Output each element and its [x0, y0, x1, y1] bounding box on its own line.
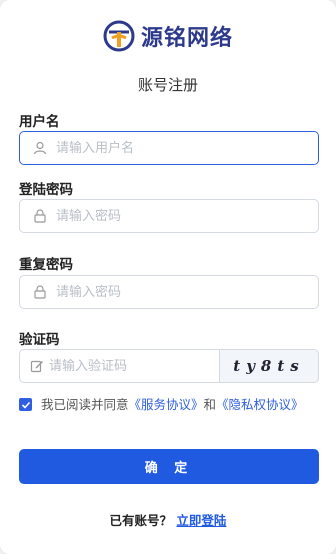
agreement-checkbox[interactable]: [19, 398, 32, 411]
confirm-password-input[interactable]: [56, 277, 256, 307]
agreement-text: 我已阅读并同意《服务协议》和《隐私权协议》: [41, 396, 304, 414]
brand-logo-icon: [103, 20, 135, 52]
privacy-link[interactable]: 《隐私权协议》: [216, 397, 304, 412]
captcha-field[interactable]: [19, 349, 219, 383]
captcha-label: 验证码: [19, 332, 60, 348]
password-field[interactable]: [19, 199, 319, 233]
confirm-password-label: 重复密码: [19, 257, 73, 273]
password-input[interactable]: [56, 201, 256, 231]
brand-logo: 源铭网络: [0, 18, 336, 54]
agreement-prefix: 我已阅读并同意: [41, 397, 129, 412]
captcha-input[interactable]: [49, 351, 219, 381]
confirm-password-field[interactable]: [19, 275, 319, 309]
captcha-image-text: ty8ts: [233, 357, 305, 375]
agreement-and: 和: [203, 397, 217, 412]
edit-icon: [24, 350, 49, 382]
check-icon: [21, 401, 30, 409]
user-icon: [24, 132, 56, 164]
lock-icon: [24, 276, 56, 308]
register-card: 源铭网络 账号注册 用户名 登陆密码 重复密码: [0, 0, 336, 554]
terms-link[interactable]: 《服务协议》: [129, 397, 204, 412]
lock-icon: [24, 200, 56, 232]
username-input[interactable]: [56, 133, 256, 163]
login-prompt-row: 已有账号？ 立即登陆: [0, 510, 336, 529]
brand-name: 源铭网络: [140, 26, 233, 51]
password-label: 登陆密码: [19, 182, 73, 198]
username-label: 用户名: [19, 114, 60, 130]
submit-button[interactable]: 确 定: [19, 449, 319, 484]
login-link[interactable]: 立即登陆: [176, 513, 226, 528]
captcha-image[interactable]: ty8ts: [219, 349, 319, 383]
page-title: 账号注册: [137, 76, 198, 94]
login-prompt-text: 已有账号？: [109, 513, 173, 528]
username-field[interactable]: [19, 131, 319, 165]
agreement-row: 我已阅读并同意《服务协议》和《隐私权协议》: [19, 396, 319, 414]
